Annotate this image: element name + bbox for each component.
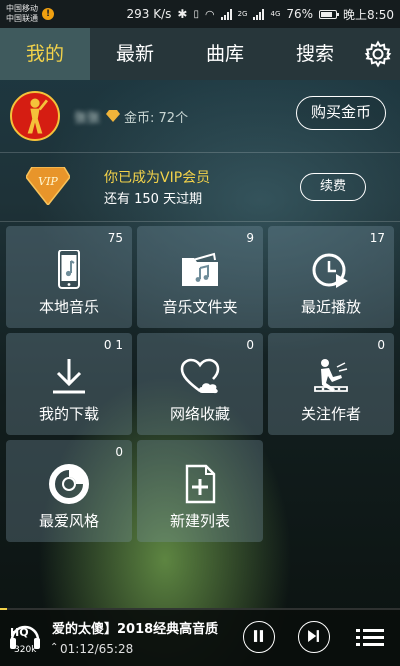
signal-1-icon [220,8,232,20]
pause-icon [253,630,264,642]
buy-coins-button[interactable]: 购买金币 [296,96,386,130]
download-icon [53,359,85,394]
username: 张张 [74,110,101,126]
playlist-icon[interactable] [356,626,384,650]
new-list-icon [185,464,216,504]
carrier-2: 中国联通 [6,14,38,23]
battery-icon [319,9,340,19]
signal-2-icon [253,8,265,20]
clock: 晚上8:50 [343,7,394,22]
pause-button[interactable] [243,621,275,653]
tile-label: 关注作者 [300,405,361,423]
tile-favorite-styles[interactable]: 0 最爱风格 [6,440,132,542]
battery-percent: 76% [286,7,314,21]
next-icon [308,630,319,642]
vip-expiry: 还有 150 天过期 [104,192,203,207]
tile-count: 0 [115,445,123,459]
tile-label: 网络收藏 [169,405,230,423]
net-2-label: 4G [270,10,281,18]
tab-search[interactable]: 搜索 [270,28,360,80]
folder-music-icon [182,252,218,286]
bitrate-label: 320k [14,645,37,655]
vibrate-icon: ▯ [193,8,199,20]
tile-count: 9 [246,231,254,245]
tile-count: 0 [246,338,254,352]
net-speed: 293 K/s [126,7,172,21]
playback-progress[interactable] [0,608,400,610]
avatar[interactable] [10,91,60,141]
tile-label: 本地音乐 [38,298,99,316]
track-title[interactable]: 爱的太傻】2018经典高音质 [52,618,232,637]
status-bar: 中国移动 中国联通 ! 293 K/s ✱ ▯ ◠ 2G 4G 76% 晚上8:… [0,0,400,28]
tile-my-downloads[interactable]: 0 1 我的下载 [6,333,132,435]
tile-music-folder[interactable]: 9 音乐文件夹 [137,226,263,328]
divider [0,221,400,222]
tile-label: 音乐文件夹 [162,298,238,316]
user-row: 张张 金币: 72个 购买金币 [0,80,400,152]
bluetooth-icon: ✱ [177,7,188,21]
dj-icon [314,359,348,392]
notification-icon: ! [42,8,54,20]
playback-time: 01:12/65:28 [60,642,134,656]
tile-count: 75 [107,231,123,245]
tile-label: 最爱风格 [38,512,99,530]
expand-icon[interactable]: ⌃ [50,642,58,653]
carrier-1: 中国移动 [6,4,38,13]
mini-player[interactable] [0,608,400,666]
vip-badge-text: VIP [38,175,58,188]
tile-count: 0 [377,338,385,352]
net-1-label: 2G [237,10,248,18]
renew-button[interactable]: 续费 [300,173,366,201]
tile-new-list[interactable]: 新建列表 [137,440,263,542]
wifi-icon: ◠ [204,7,215,21]
recent-play-icon [312,253,348,288]
progress-fill [0,608,8,610]
vip-badge-icon: VIP [26,167,70,205]
tile-label: 我的下载 [38,405,99,423]
gear-icon[interactable] [364,40,392,68]
vip-row: VIP 你已成为VIP会员 还有 150 天过期 续费 [0,153,400,221]
status-right: 293 K/s ✱ ▯ ◠ 2G 4G 76% 晚上8:50 [127,6,394,23]
tab-mine[interactable]: 我的 [0,28,90,80]
tile-follow-authors[interactable]: 0 关注作者 [268,333,394,435]
tile-count: 0 1 [103,338,123,352]
next-button[interactable] [298,621,330,653]
diamond-icon [106,110,121,122]
tile-count: 17 [369,231,385,245]
tile-label: 最近播放 [300,298,361,316]
carrier-info: 中国移动 中国联通 [6,4,38,24]
vip-title: 你已成为VIP会员 [104,170,211,186]
coin-balance: 金币: 72个 [124,110,189,126]
disc-icon [49,464,89,504]
phone-music-icon [58,250,80,289]
tile-recent-play[interactable]: 17 最近播放 [268,226,394,328]
tab-bar: 我的 最新 曲库 搜索 [0,28,400,80]
tile-label: 新建列表 [169,512,230,530]
tab-library[interactable]: 曲库 [180,28,270,80]
heart-cloud-icon [180,358,220,394]
tab-latest[interactable]: 最新 [90,28,180,80]
tile-local-music[interactable]: 75 本地音乐 [6,226,132,328]
tile-network-favorites[interactable]: 0 网络收藏 [137,333,263,435]
quality-label: HQ [10,626,29,639]
